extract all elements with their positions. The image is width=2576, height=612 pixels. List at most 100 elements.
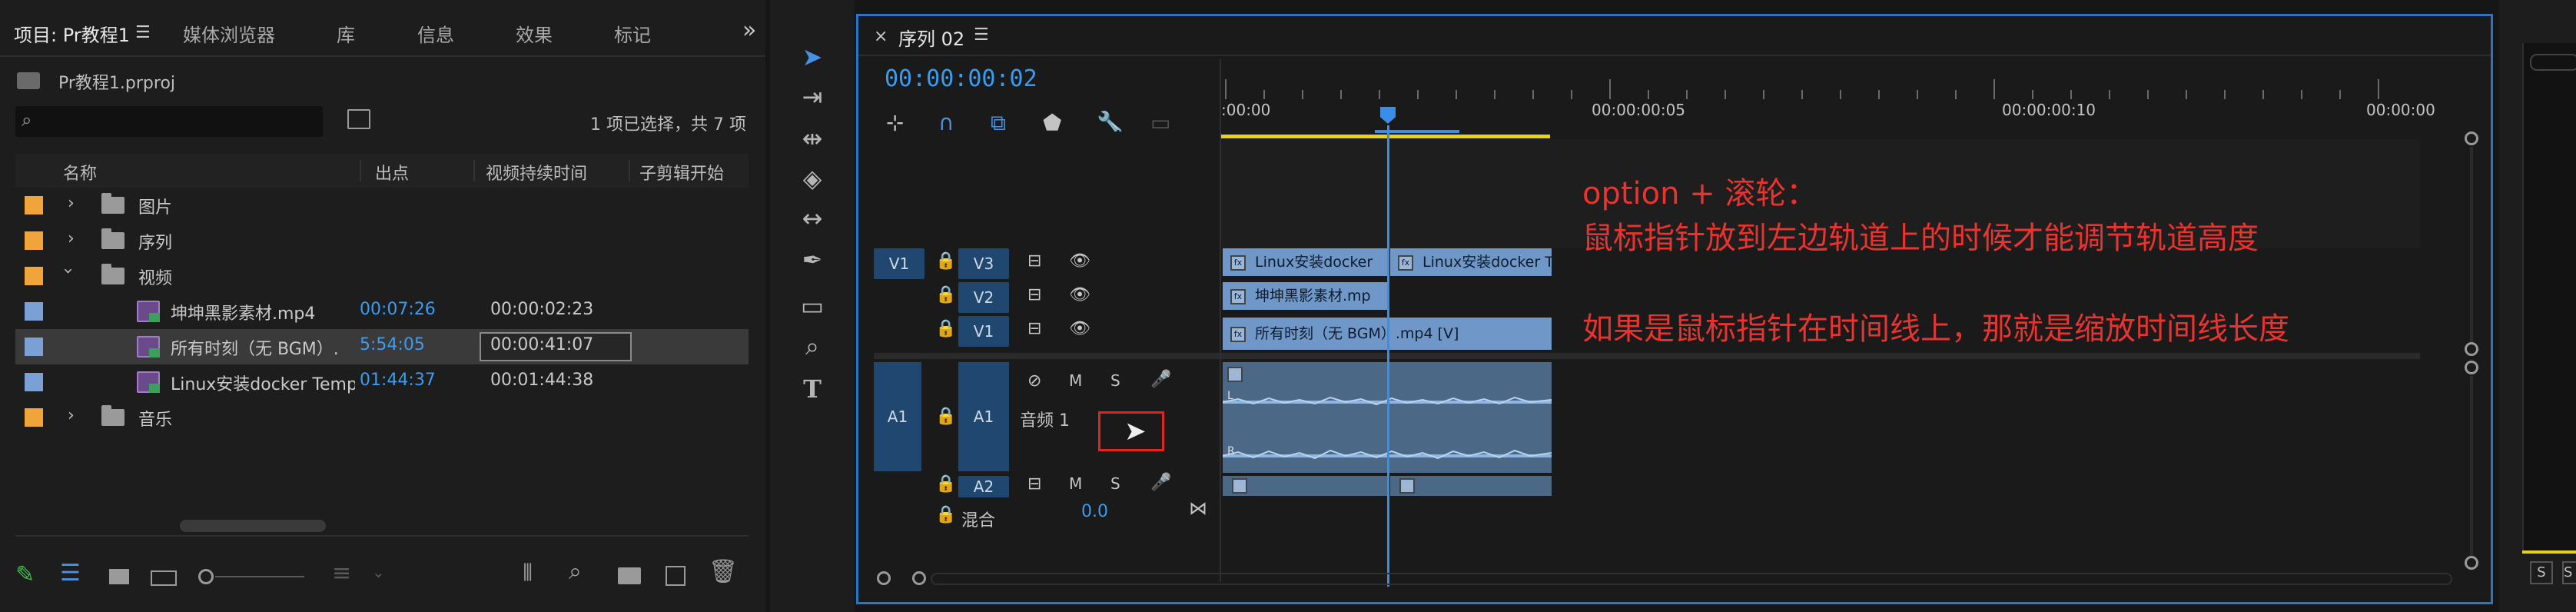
- label-color-chip[interactable]: [25, 302, 43, 321]
- tab-markers[interactable]: 标记: [614, 20, 651, 47]
- horizontal-scrollbar[interactable]: [180, 520, 326, 532]
- out-point-value[interactable]: 00:07:26: [360, 300, 436, 319]
- eye-icon[interactable]: 👁: [1069, 319, 1090, 338]
- meter-scroll-handle[interactable]: [2530, 54, 2576, 71]
- audio-clip[interactable]: fx: [1390, 476, 1552, 496]
- pen-tool-icon[interactable]: ✒: [793, 243, 832, 277]
- tab-media-browser[interactable]: 媒体浏览器: [183, 20, 275, 47]
- zoom-slider-track[interactable]: [215, 576, 304, 577]
- vertical-scrollbar-handle[interactable]: [2465, 131, 2478, 145]
- panel-menu-icon[interactable]: ☰: [974, 25, 989, 45]
- video-audio-divider[interactable]: [874, 353, 2420, 359]
- search-input[interactable]: ⌕: [15, 106, 323, 137]
- rectangle-tool-icon[interactable]: ▭: [793, 289, 832, 323]
- find-icon[interactable]: [347, 109, 370, 129]
- icon-view-icon[interactable]: [109, 569, 129, 584]
- list-item[interactable]: › 音乐: [15, 400, 749, 435]
- sync-lock-icon[interactable]: ⊘: [1027, 371, 1041, 391]
- chevron-down-icon[interactable]: ⌄: [372, 563, 385, 581]
- sync-lock-icon[interactable]: ⊟: [1027, 319, 1041, 338]
- vertical-scrollbar-handle[interactable]: [2465, 556, 2478, 570]
- label-color-chip[interactable]: [25, 196, 43, 215]
- sync-lock-icon[interactable]: ⊟: [1027, 251, 1041, 271]
- selection-tool-icon[interactable]: ➤: [793, 40, 832, 74]
- video-clip[interactable]: fx Linux安装docker: [1223, 248, 1387, 276]
- vertical-scrollbar-track[interactable]: [2470, 376, 2473, 556]
- eye-icon[interactable]: 👁: [1069, 251, 1090, 271]
- close-icon[interactable]: ×: [874, 27, 888, 46]
- video-clip[interactable]: fx Linux安装docker T: [1390, 248, 1552, 276]
- chevron-right-icon[interactable]: »: [742, 17, 756, 44]
- lock-icon[interactable]: 🔒: [935, 407, 956, 426]
- list-item[interactable]: 坤坤黑影素材.mp4 00:07:26 00:00:02:23: [15, 294, 749, 329]
- label-color-chip[interactable]: [25, 408, 43, 427]
- razor-tool-icon[interactable]: ◈: [793, 161, 832, 195]
- mix-volume-value[interactable]: 0.0: [1081, 502, 1108, 521]
- pencil-icon[interactable]: ✎: [15, 561, 35, 588]
- solo-button[interactable]: S: [2562, 561, 2576, 584]
- type-tool-icon[interactable]: T: [793, 372, 832, 406]
- lock-icon[interactable]: 🔒: [935, 251, 956, 271]
- mute-button[interactable]: M: [1069, 371, 1082, 390]
- sequence-tab[interactable]: 序列 02: [898, 24, 964, 51]
- source-patch-a1[interactable]: A1: [874, 362, 921, 471]
- label-color-chip[interactable]: [25, 267, 43, 285]
- vertical-scrollbar-handle[interactable]: [2465, 342, 2478, 356]
- eye-icon[interactable]: 👁: [1069, 285, 1090, 304]
- time-ruler[interactable]: :00:00 00:00:00:05 00:00:00:10 00:00:00: [1221, 59, 2435, 139]
- chevron-right-icon[interactable]: ›: [68, 229, 75, 248]
- sync-lock-icon[interactable]: ⊟: [1027, 474, 1041, 494]
- horizontal-zoom-scrollbar[interactable]: [931, 573, 2452, 585]
- out-point-value[interactable]: 01:44:37: [360, 371, 436, 390]
- tab-project[interactable]: 项目: Pr教程1: [14, 20, 130, 47]
- lock-icon[interactable]: 🔒: [935, 505, 956, 524]
- tab-libraries[interactable]: 库: [337, 20, 355, 47]
- chevron-down-icon[interactable]: ›: [58, 268, 78, 274]
- lock-icon[interactable]: 🔒: [935, 319, 956, 338]
- vertical-scrollbar-track[interactable]: [2470, 147, 2473, 342]
- column-out-point[interactable]: 出点: [375, 160, 409, 185]
- solo-button[interactable]: S: [1110, 474, 1120, 493]
- zoom-scroll-handle[interactable]: [912, 571, 926, 585]
- column-subclip-start[interactable]: 子剪辑开始: [639, 160, 724, 185]
- vertical-scrollbar-handle[interactable]: [2465, 361, 2478, 374]
- mute-button[interactable]: M: [1069, 474, 1082, 493]
- source-patch-v1[interactable]: V1: [874, 248, 925, 279]
- solo-button[interactable]: S: [1110, 371, 1120, 390]
- mix-end-icon[interactable]: ⋈: [1189, 497, 1207, 519]
- audio-clip[interactable]: fx: [1223, 476, 1387, 496]
- track-select-tool-icon[interactable]: ⇥: [793, 80, 832, 114]
- sort-icon[interactable]: ≡: [332, 560, 351, 587]
- trash-icon[interactable]: 🗑: [709, 558, 738, 585]
- track-target-v2[interactable]: V2: [958, 282, 1009, 313]
- playhead-line[interactable]: [1387, 125, 1389, 587]
- chevron-right-icon[interactable]: ›: [68, 194, 75, 213]
- tab-info[interactable]: 信息: [417, 20, 454, 47]
- list-item-selected[interactable]: 所有时刻（无 BGM）. 5:54:05 00:00:41:07: [15, 329, 749, 364]
- playhead-timecode[interactable]: 00:00:00:02: [885, 65, 1037, 92]
- list-item[interactable]: Linux安装docker Templ 01:44:37 00:01:44:38: [15, 364, 749, 400]
- slip-tool-icon[interactable]: ↔: [793, 201, 832, 235]
- solo-button[interactable]: S: [2530, 561, 2553, 584]
- lock-icon[interactable]: 🔒: [935, 285, 956, 304]
- video-clip[interactable]: fx 坤坤黑影素材.mp: [1223, 282, 1387, 310]
- sync-lock-icon[interactable]: ⊟: [1027, 285, 1041, 304]
- list-view-icon[interactable]: ☰: [60, 560, 81, 587]
- label-color-chip[interactable]: [25, 373, 43, 391]
- column-video-duration[interactable]: 视频持续时间: [486, 160, 587, 185]
- new-item-icon[interactable]: [666, 566, 685, 586]
- chevron-right-icon[interactable]: ›: [68, 406, 75, 425]
- search-icon[interactable]: ⌕: [569, 558, 582, 585]
- track-target-a1[interactable]: A1: [958, 362, 1009, 471]
- track-target-v1[interactable]: V1: [958, 316, 1009, 347]
- list-item[interactable]: › 图片: [15, 188, 749, 223]
- label-color-chip[interactable]: [25, 231, 43, 250]
- freeform-view-icon[interactable]: [151, 570, 177, 586]
- zoom-slider-handle[interactable]: [198, 569, 214, 584]
- tab-effects[interactable]: 效果: [516, 20, 553, 47]
- automate-to-sequence-icon[interactable]: ⦀: [523, 560, 533, 587]
- panel-menu-icon[interactable]: ☰: [135, 23, 151, 42]
- microphone-icon[interactable]: 🎤: [1150, 473, 1171, 492]
- track-target-a2[interactable]: A2: [958, 476, 1009, 497]
- out-point-value[interactable]: 5:54:05: [360, 335, 425, 354]
